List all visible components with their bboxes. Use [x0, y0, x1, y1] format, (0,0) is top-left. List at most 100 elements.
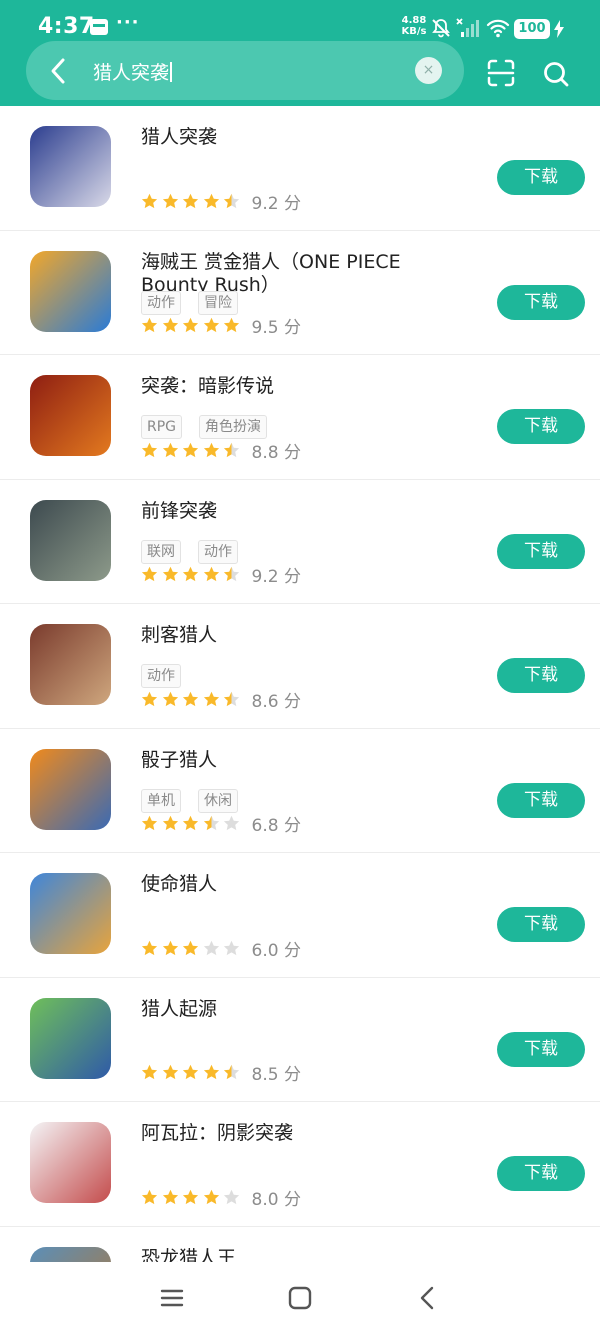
app-tags: RPG 角色扮演 [141, 415, 268, 439]
star-full-icon [162, 566, 178, 582]
download-button[interactable]: 下载 [497, 782, 585, 818]
menu-icon[interactable] [158, 1284, 186, 1312]
app-tag: 动作 [141, 664, 181, 688]
star-full-icon [203, 193, 219, 208]
star-empty-icon [203, 940, 219, 955]
star-full-icon [182, 1189, 199, 1204]
search-results-list[interactable]: 猎人突袭 9.2 分下载 海贼王 赏金猎人（ONE PIECE Bounty Rus… [0, 106, 600, 1262]
one-piece-bounty-rush-icon[interactable] [30, 250, 111, 332]
status-bar: 4:37 ··· 4.88 KB/s 100 [0, 0, 600, 44]
app-name[interactable]: 突袭：暗影传说 [141, 375, 471, 398]
rating-score-unit: 分 [283, 193, 301, 214]
dino-hunter-king-icon[interactable] [30, 1246, 111, 1262]
download-button[interactable]: 下载 [497, 160, 585, 195]
star-full-icon [182, 193, 199, 208]
back-arrow-icon[interactable] [44, 56, 72, 86]
rating-score-value: 9.5 [251, 318, 279, 338]
home-icon[interactable] [286, 1284, 314, 1312]
signal-icon [456, 18, 479, 37]
rating-score-value: 9.2 [251, 567, 279, 587]
app-name[interactable]: 猎人起源 [141, 998, 471, 1021]
network-speed-unit: KB/s [401, 26, 427, 37]
star-full-icon [182, 940, 199, 955]
rating: 8.8 分 [141, 438, 301, 463]
search-input[interactable]: 猎人突袭 [93, 58, 172, 85]
app-list-item[interactable]: 前锋突袭联网 动作 9.2 分 下载 [0, 480, 600, 604]
rating-score: 9.2 分 [252, 562, 301, 587]
app-tag: RPG [141, 415, 183, 439]
download-button[interactable]: 下载 [497, 409, 585, 444]
app-list-item[interactable]: 使命猎人 6.0 分 下载 [0, 853, 600, 978]
download-button[interactable]: 下载 [497, 1156, 585, 1191]
star-full-icon [182, 691, 199, 706]
star-full-icon [141, 815, 158, 831]
star-full-icon [141, 442, 158, 457]
star-empty-icon [223, 815, 240, 831]
app-name[interactable]: 刺客猎人 [141, 624, 471, 647]
star-empty-icon [223, 1189, 240, 1204]
download-button[interactable]: 下载 [497, 658, 585, 693]
rating-score-unit: 分 [283, 442, 301, 463]
dice-hunter-icon[interactable] [30, 748, 111, 830]
mission-hunter-icon[interactable] [30, 873, 111, 954]
app-tag: 联网 [141, 539, 181, 564]
hunter-raid-icon[interactable] [30, 126, 111, 207]
app-tag: 休闲 [198, 788, 238, 813]
back-nav-icon[interactable] [414, 1284, 442, 1312]
mute-bell-icon [432, 19, 450, 38]
download-button[interactable]: 下载 [497, 1031, 585, 1067]
app-list-item[interactable]: 猎人突袭 9.2 分 下载 [0, 106, 600, 231]
star-half-icon [223, 1064, 240, 1080]
app-tags: 动作 [141, 664, 181, 688]
app-list-item[interactable]: 骰子猎人 单机 休闲 6.8 分 下载 [0, 729, 600, 853]
rating-score-value: 6.8 [251, 816, 279, 836]
star-empty-icon [223, 940, 240, 955]
app-name[interactable]: 骰子猎人 [141, 749, 471, 772]
app-list-item[interactable]: 刺客猎人 动作 8.6 分 下载 [0, 604, 600, 729]
download-button[interactable]: 下载 [497, 284, 585, 320]
rating-score: 8.8 分 [252, 438, 301, 463]
app-tag: 角色扮演 [199, 415, 268, 439]
clear-search-button[interactable]: × [415, 57, 442, 84]
star-full-icon [141, 317, 158, 333]
app-list-item[interactable]: 猎人起源 8.5 分 下载 [0, 978, 600, 1102]
rating: 9.5 分 [141, 316, 301, 338]
search-bar[interactable] [26, 41, 464, 100]
app-name[interactable]: 阿瓦拉：阴影突袭 [141, 1122, 471, 1145]
assassin-hunter-icon[interactable] [30, 624, 111, 705]
app-name[interactable]: 猎人突袭 [141, 126, 471, 149]
notification-app-icon [90, 19, 108, 35]
app-list-item[interactable]: 突袭：暗影传说 RPG 角色扮演 8.8 分 下载 [0, 355, 600, 480]
star-full-icon [162, 442, 178, 457]
download-button[interactable]: 下载 [497, 907, 585, 942]
avalar-shadow-raid-icon[interactable] [30, 1122, 111, 1203]
hunter-origin-icon[interactable] [30, 997, 111, 1079]
app-list-item[interactable]: 阿瓦拉：阴影突袭 8.0 分 下载 [0, 1102, 600, 1227]
rating: 9.2 分 [141, 191, 301, 214]
star-full-icon [182, 1064, 199, 1080]
rating-score-value: 9.2 [251, 193, 279, 214]
app-list-item[interactable]: 恐龙猎人王 [0, 1227, 600, 1263]
star-full-icon [203, 691, 219, 706]
search-icon[interactable] [542, 60, 570, 88]
scan-icon[interactable] [486, 58, 516, 88]
search-query: 猎人突袭 [93, 62, 170, 84]
rating-score-unit: 分 [283, 567, 301, 587]
rating-score: 8.0 分 [252, 1185, 301, 1210]
star-full-icon [182, 317, 199, 333]
star-full-icon [162, 1064, 178, 1080]
raid-shadow-legends-icon[interactable] [30, 375, 111, 456]
app-name[interactable]: 使命猎人 [141, 873, 471, 896]
network-speed: 4.88 KB/s [398, 15, 430, 37]
star-full-icon [162, 815, 178, 831]
app-tag: 动作 [198, 539, 238, 564]
app-tags: 动作 冒险 [141, 290, 238, 315]
app-name[interactable]: 恐龙猎人王 [141, 1247, 471, 1263]
download-button[interactable]: 下载 [497, 533, 585, 569]
star-full-icon [162, 940, 178, 955]
vanguard-raid-icon[interactable] [30, 499, 111, 581]
app-name[interactable]: 前锋突袭 [141, 500, 471, 523]
app-list-item[interactable]: 海贼王 赏金猎人（ONE PIECE Bounty Rush） 动作 冒险 9.5 分… [0, 231, 600, 355]
more-notifications-icon: ··· [116, 12, 140, 33]
star-full-icon [162, 193, 178, 208]
